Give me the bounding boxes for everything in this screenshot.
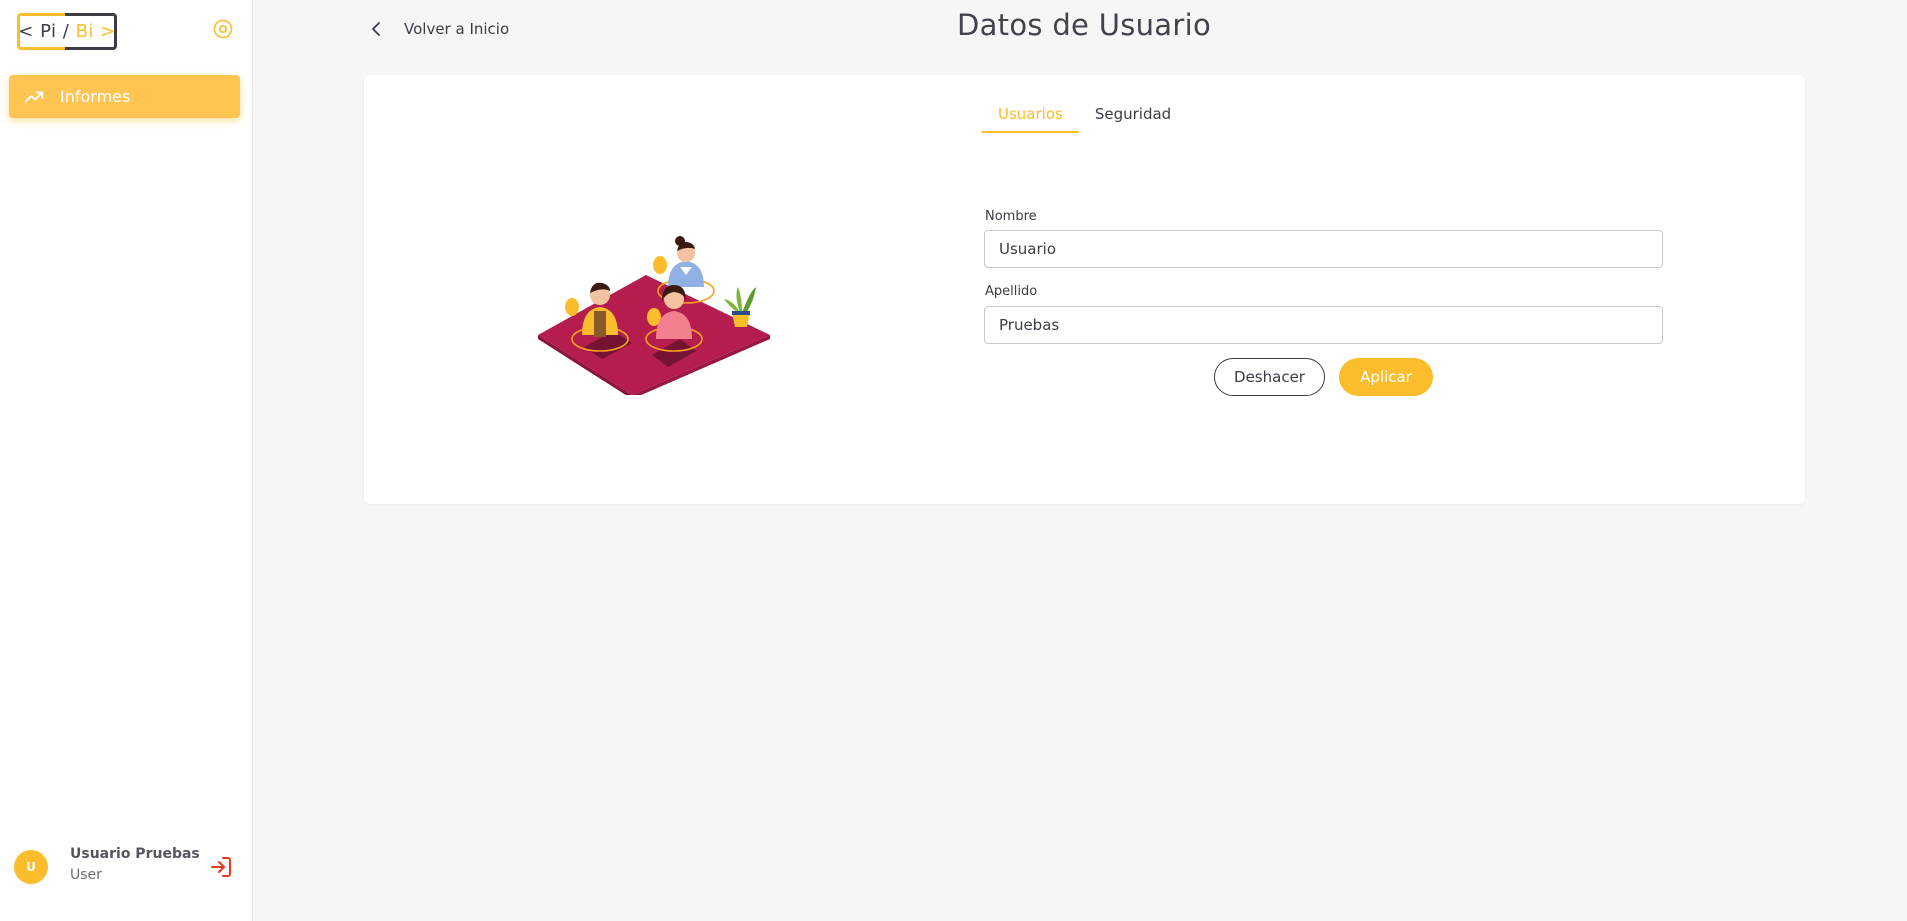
apellido-label: Apellido <box>985 284 1038 299</box>
trending-up-icon <box>24 91 44 102</box>
user-data-card: Usuarios Seguridad Nombre Apellido Desha… <box>364 75 1805 504</box>
apply-button[interactable]: Aplicar <box>1339 358 1433 396</box>
page-title: Datos de Usuario <box>956 8 1212 42</box>
user-name: Usuario Pruebas <box>70 846 200 862</box>
tab-usuarios[interactable]: Usuarios <box>982 103 1079 133</box>
apellido-field[interactable] <box>984 306 1663 344</box>
user-role: User <box>70 867 102 883</box>
avatar[interactable]: U <box>14 850 48 884</box>
tab-seguridad[interactable]: Seguridad <box>1079 103 1187 133</box>
undo-button[interactable]: Deshacer <box>1214 358 1325 396</box>
user-profile: U Usuario Pruebas User <box>14 846 240 886</box>
nombre-field[interactable] <box>984 230 1663 268</box>
nombre-label: Nombre <box>985 209 1037 224</box>
tab-bar: Usuarios Seguridad <box>982 103 1187 133</box>
logout-icon[interactable] <box>209 855 233 879</box>
sidebar-item-label: Informes <box>60 87 131 106</box>
sidebar: < Pi / Bi > Informes U Usuario Pruebas U… <box>0 0 253 921</box>
sidebar-item-informes[interactable]: Informes <box>9 75 240 118</box>
team-meeting-illustration <box>538 236 770 395</box>
